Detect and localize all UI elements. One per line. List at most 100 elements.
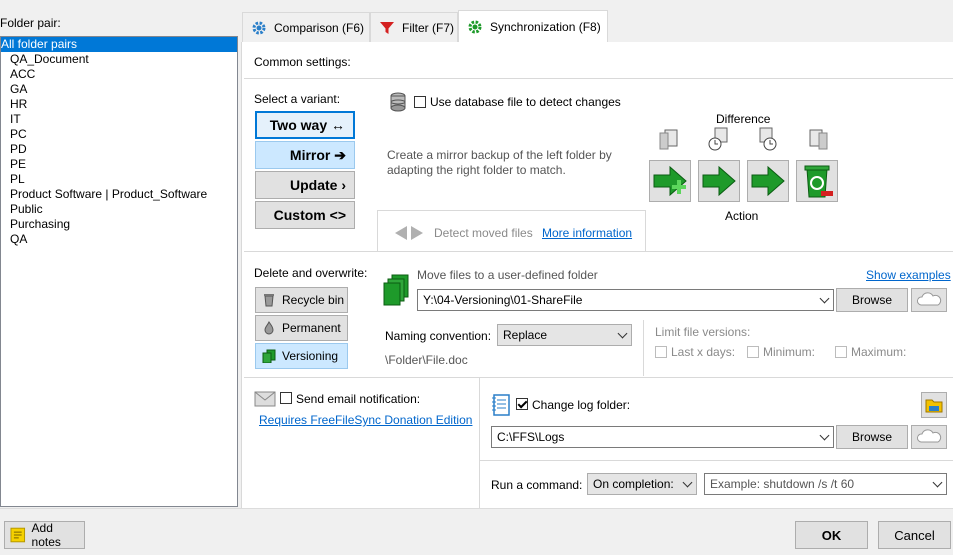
- naming-convention-select[interactable]: Replace: [497, 324, 632, 346]
- log-file-icon: [492, 394, 510, 416]
- divider: [479, 378, 480, 508]
- open-log-folder-button[interactable]: [921, 392, 947, 418]
- limit-versions-label: Limit file versions:: [655, 325, 751, 339]
- list-item[interactable]: GA: [10, 82, 27, 97]
- mirror-description-line2: adapting the right folder to match.: [387, 163, 566, 177]
- cloud-versioning-button[interactable]: [911, 288, 947, 312]
- browse-versioning-button[interactable]: Browse: [836, 288, 908, 312]
- cancel-button[interactable]: Cancel: [878, 521, 951, 549]
- command-input[interactable]: Example: shutdown /s /t 60: [704, 473, 947, 495]
- log-path-combo[interactable]: C:\FFS\Logs: [491, 426, 834, 448]
- versioning-folder-icon: [383, 274, 409, 306]
- permanent-button[interactable]: Permanent: [255, 315, 348, 341]
- versioning-button[interactable]: Versioning: [255, 343, 348, 369]
- divider: [244, 251, 953, 252]
- tab-comparison[interactable]: Comparison (F6): [242, 12, 370, 42]
- green-arrow-right-icon: [702, 165, 736, 197]
- folder-pair-list[interactable]: All folder pairs QA_Document ACC GA HR I…: [0, 36, 238, 507]
- tab-label: Synchronization (F8): [490, 20, 601, 34]
- list-item[interactable]: PL: [10, 172, 25, 187]
- last-x-days-label: Last x days:: [671, 345, 736, 359]
- difference-label: Difference: [716, 112, 771, 126]
- divider: [480, 460, 953, 461]
- variant-mirror-button[interactable]: Mirror ➔: [255, 141, 355, 169]
- delete-overwrite-label: Delete and overwrite:: [254, 266, 368, 280]
- divider: [643, 320, 644, 376]
- more-information-link[interactable]: More information: [542, 226, 632, 240]
- right-only-file-icon: [809, 129, 828, 150]
- recycle-bin-delete-icon: [804, 165, 833, 198]
- recycle-bin-label: Recycle bin: [282, 293, 345, 307]
- list-item[interactable]: Product Software | Product_Software: [10, 187, 207, 202]
- naming-example: \Folder\File.doc: [385, 353, 468, 367]
- divider: [244, 377, 953, 378]
- list-item[interactable]: All folder pairs: [1, 37, 237, 52]
- chevron-down-icon: [819, 293, 830, 304]
- note-icon: [10, 527, 26, 543]
- filter-icon: [380, 21, 394, 34]
- recycle-bin-button[interactable]: Recycle bin: [255, 287, 348, 313]
- list-item[interactable]: ACC: [10, 67, 35, 82]
- donation-edition-link[interactable]: Requires FreeFileSync Donation Edition: [259, 413, 472, 427]
- action-delete-right-button[interactable]: [796, 160, 838, 202]
- versioning-path-value: Y:\04-Versioning\01-ShareFile: [423, 293, 583, 307]
- chevron-down-icon: [617, 328, 628, 339]
- variant-update-button[interactable]: Update ›: [255, 171, 355, 199]
- versioning-icon: [262, 349, 276, 363]
- send-email-checkbox[interactable]: [280, 392, 292, 404]
- minimum-label: Minimum:: [763, 345, 816, 359]
- left-only-file-icon: [659, 129, 678, 150]
- list-item[interactable]: PD: [10, 142, 27, 157]
- action-overwrite-right-2-button[interactable]: [747, 160, 789, 202]
- ok-button[interactable]: OK: [795, 521, 868, 549]
- action-create-left-button[interactable]: [649, 160, 691, 202]
- log-path-value: C:\FFS\Logs: [497, 430, 565, 444]
- recycle-bin-icon: [264, 294, 274, 307]
- command-placeholder: Example: shutdown /s /t 60: [710, 477, 855, 491]
- list-item[interactable]: QA_Document: [10, 52, 89, 67]
- mirror-description-line1: Create a mirror backup of the left folde…: [387, 148, 612, 162]
- on-completion-select[interactable]: On completion:: [587, 473, 697, 495]
- tab-synchronization[interactable]: Synchronization (F8): [458, 10, 608, 43]
- variant-two-way-button[interactable]: Two way ↔: [255, 111, 355, 139]
- folder-icon: [925, 399, 943, 413]
- show-examples-link[interactable]: Show examples: [866, 268, 951, 282]
- add-notes-button[interactable]: Add notes: [4, 521, 85, 549]
- action-overwrite-right-button[interactable]: [698, 160, 740, 202]
- list-item[interactable]: PE: [10, 157, 26, 172]
- use-database-checkbox[interactable]: [414, 96, 426, 108]
- minimum-checkbox[interactable]: [747, 346, 759, 358]
- browse-log-button[interactable]: Browse: [836, 425, 908, 449]
- chevron-down-icon: [682, 477, 693, 488]
- envelope-icon: [254, 391, 276, 407]
- maximum-checkbox[interactable]: [835, 346, 847, 358]
- cloud-log-button[interactable]: [911, 425, 947, 449]
- list-item[interactable]: IT: [10, 112, 21, 127]
- list-item[interactable]: HR: [10, 97, 27, 112]
- divider: [0, 508, 953, 509]
- action-label: Action: [725, 209, 759, 223]
- divider: [244, 78, 953, 79]
- send-email-label: Send email notification:: [296, 392, 421, 406]
- green-arrow-plus-icon: [653, 165, 687, 197]
- use-database-label: Use database file to detect changes: [430, 95, 621, 109]
- change-log-folder-checkbox[interactable]: [516, 398, 528, 410]
- maximum-label: Maximum:: [851, 345, 907, 359]
- on-completion-value: On completion:: [593, 477, 674, 491]
- list-item[interactable]: Purchasing: [10, 217, 70, 232]
- tab-label: Comparison (F6): [274, 20, 365, 35]
- database-icon: [390, 92, 406, 112]
- versioning-path-combo[interactable]: Y:\04-Versioning\01-ShareFile: [417, 289, 834, 311]
- tab-filter[interactable]: Filter (F7): [370, 12, 458, 42]
- list-item[interactable]: Public: [10, 202, 43, 217]
- clipped-title-strip: [0, 0, 200, 2]
- cloud-icon: [917, 292, 942, 306]
- right-newer-file-icon: [759, 127, 777, 151]
- last-x-days-checkbox[interactable]: [655, 346, 667, 358]
- detect-moved-label: Detect moved files: [434, 226, 533, 240]
- left-newer-file-icon: [708, 127, 728, 151]
- variant-custom-button[interactable]: Custom <>: [255, 201, 355, 229]
- list-item[interactable]: PC: [10, 127, 27, 142]
- list-item[interactable]: QA: [10, 232, 27, 247]
- naming-convention-value: Replace: [503, 328, 548, 342]
